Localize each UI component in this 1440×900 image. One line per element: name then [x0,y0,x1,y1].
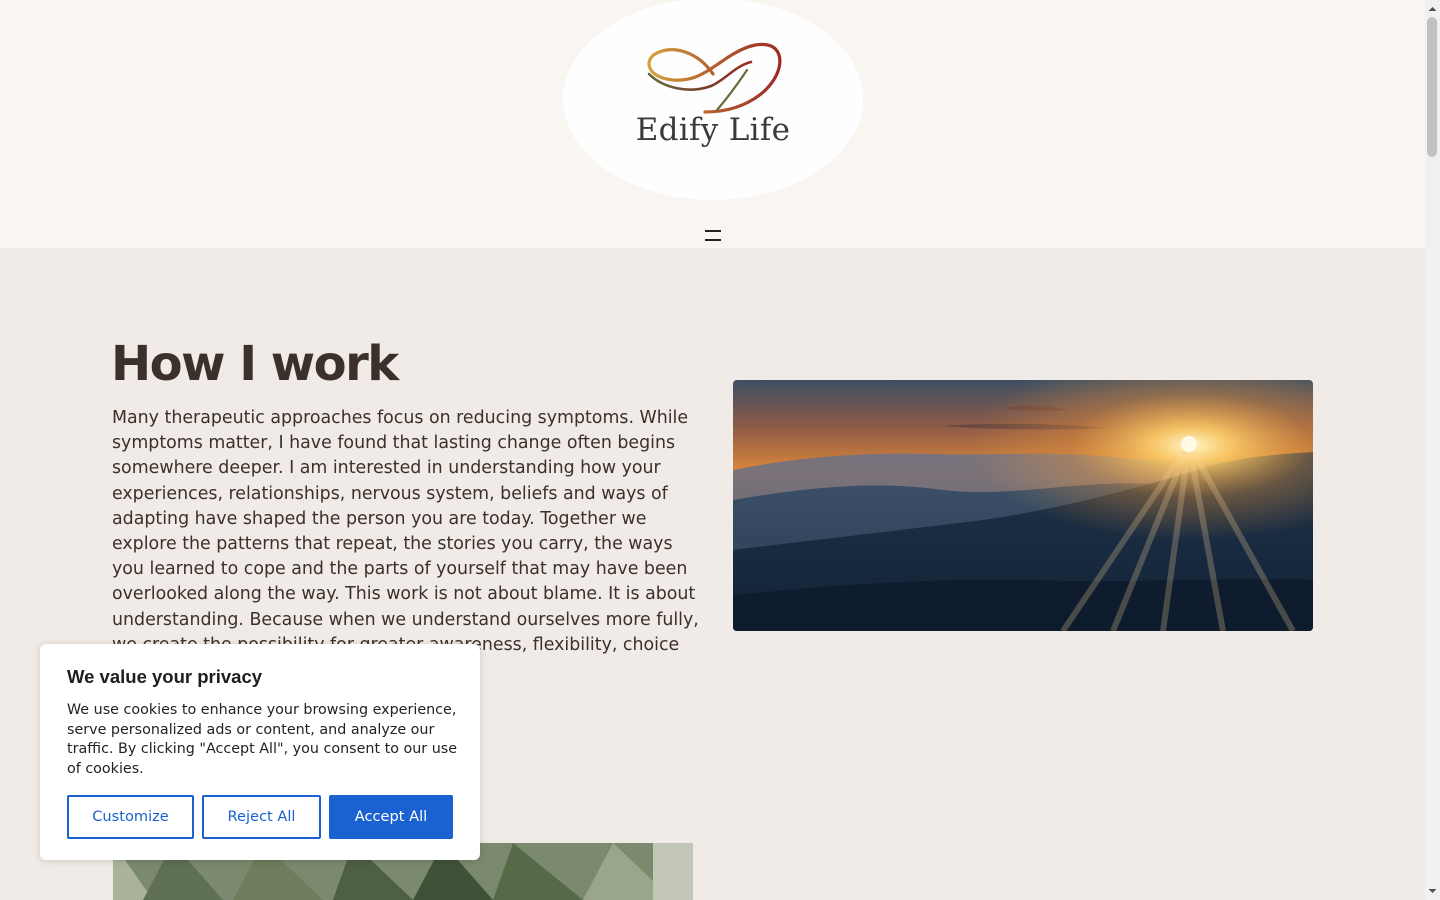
accept-all-button[interactable]: Accept All [329,795,453,839]
menu-toggle-button[interactable] [700,226,726,246]
menu-line-icon [705,239,721,241]
vertical-scrollbar[interactable] [1425,0,1440,900]
customize-button[interactable]: Customize [67,795,194,839]
scroll-down-arrow-icon[interactable] [1425,885,1440,897]
section-body-text: Many therapeutic approaches focus on red… [112,408,699,680]
reject-all-button[interactable]: Reject All [202,795,321,839]
cookie-banner-title: We value your privacy [67,666,263,687]
sunset-mountains-image [733,380,1313,631]
cookie-banner-text: We use cookies to enhance your browsing … [67,702,458,777]
section-title: How I work [111,336,399,392]
scrollbar-thumb[interactable] [1427,17,1437,157]
infinity-logo-icon[interactable] [643,40,785,116]
menu-line-icon [705,230,721,232]
logo-text: Edify Life [635,112,791,148]
scroll-up-arrow-icon[interactable] [1425,3,1440,15]
cookie-consent-banner: We value your privacy We use cookies to … [40,644,480,860]
site-header: Edify Life [0,0,1425,248]
